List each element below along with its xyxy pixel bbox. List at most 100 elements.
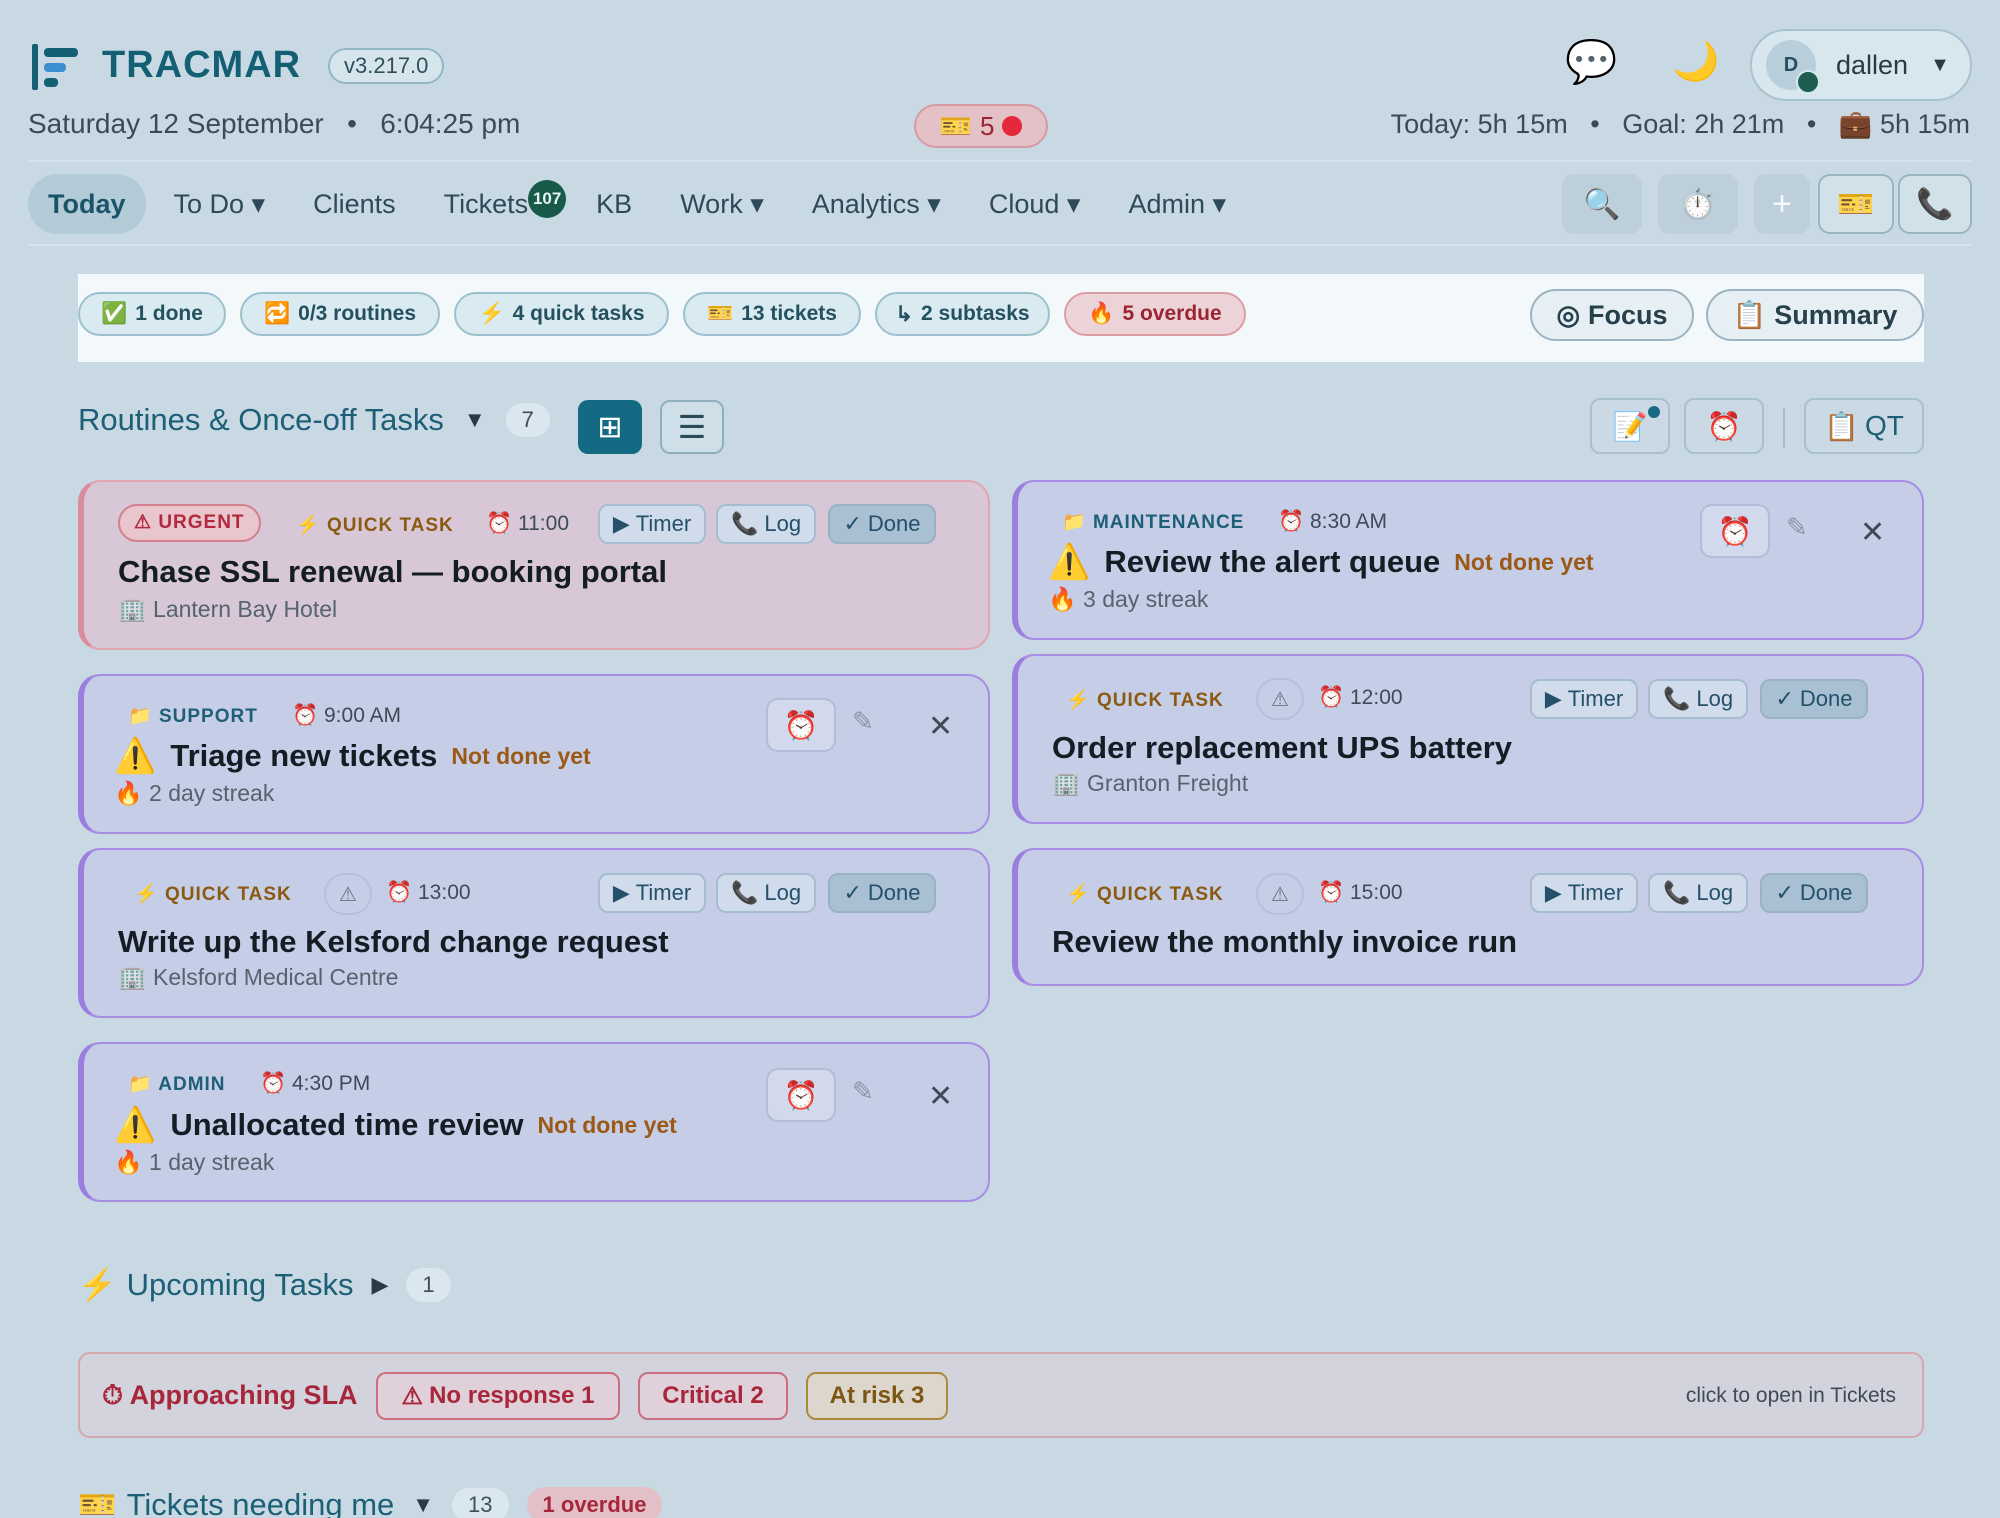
open-tickets-badge[interactable]: 🎫 5 [914, 104, 1048, 148]
phone-icon: 📞 [1662, 686, 1691, 711]
building-icon: 🏢 [118, 596, 147, 622]
nav-today[interactable]: Today [28, 174, 146, 234]
nav-work[interactable]: Work ▾ [660, 174, 784, 234]
open-tickets-count: 5 [979, 110, 995, 141]
alert-dot-icon [1002, 116, 1023, 136]
goal-hours: Goal: 2h 21m [1622, 109, 1785, 139]
timer-button[interactable]: ▶ Timer [1530, 679, 1638, 719]
lightning-icon: ⚡ [134, 884, 159, 905]
task-card[interactable] [1012, 848, 1924, 986]
routines-pill[interactable]: 🔁 0/3 routines [240, 292, 440, 336]
nav-analytics[interactable]: Analytics ▾ [792, 174, 961, 234]
quick-task-button[interactable]: 📋 QT [1804, 398, 1924, 454]
stopwatch-icon[interactable]: ⏱️ [1658, 174, 1738, 234]
phone-icon[interactable]: 📞 [1898, 174, 1972, 234]
log-button[interactable]: 📞 Log [1648, 873, 1748, 913]
snooze-button[interactable]: ⏰ [1700, 504, 1770, 558]
edit-pencil-icon[interactable]: ✎ [852, 1076, 874, 1107]
done-button[interactable]: ✓ Done [828, 873, 936, 913]
tickets-label: 13 tickets [741, 302, 837, 325]
task-title: Order replacement UPS battery [1052, 730, 1513, 765]
quick-task-label: QUICK TASK [1096, 690, 1224, 711]
timer-button[interactable]: ▶ Timer [598, 873, 706, 913]
lightning-icon: ⚡ [296, 515, 321, 536]
check-icon: ✅ [101, 302, 128, 325]
quick-task-label: QUICK TASK [326, 515, 454, 536]
quick-task-tag: ⚡ QUICK TASK [296, 513, 454, 537]
done-label: 1 done [135, 302, 203, 325]
done-button[interactable]: ✓ Done [1760, 679, 1868, 719]
close-icon[interactable]: ✕ [1860, 515, 1885, 550]
snooze-button[interactable]: ⏰ [766, 698, 836, 752]
log-button[interactable]: 📞 Log [716, 873, 816, 913]
alarm-clock-icon[interactable]: ⏰ [1684, 398, 1764, 454]
log-button[interactable]: 📞 Log [716, 504, 816, 544]
edit-pencil-icon[interactable]: ✎ [1786, 512, 1808, 543]
nav-kb[interactable]: KB [576, 174, 652, 234]
overdue-pill[interactable]: 🔥 5 overdue [1064, 292, 1246, 336]
critical-label: Critical 2 [662, 1382, 764, 1409]
routines-label: 0/3 routines [298, 302, 417, 325]
dark-mode-toggle-icon[interactable]: 🌙 [1672, 40, 1719, 84]
nav-todo[interactable]: To Do ▾ [154, 174, 286, 234]
tickets-pill[interactable]: 🎫 13 tickets [683, 292, 861, 336]
quick-tasks-pill[interactable]: ⚡ 4 quick tasks [454, 292, 669, 336]
stopwatch-icon: ⏱ [102, 1380, 124, 1410]
category-label: ADMIN [158, 1074, 226, 1095]
nav-tickets[interactable]: Tickets 107 [424, 174, 567, 234]
not-done-status: Not done yet [1454, 548, 1594, 575]
done-button[interactable]: ✓ Done [1760, 873, 1868, 913]
quick-task-label: QUICK TASK [1096, 884, 1224, 905]
add-icon[interactable]: + [1754, 174, 1810, 234]
chat-icon[interactable]: 💬 [1565, 38, 1617, 87]
close-icon[interactable]: ✕ [928, 709, 953, 744]
tickets-section-header[interactable]: 🎫 Tickets needing me ▼ 13 1 overdue [78, 1486, 663, 1518]
nav-admin[interactable]: Admin ▾ [1108, 174, 1246, 234]
critical-chip[interactable]: Critical 2 [638, 1372, 788, 1420]
chevron-right-icon: ▶ [371, 1271, 389, 1297]
chevron-down-icon: ▼ [463, 407, 486, 432]
phone-icon: 📞 [730, 880, 759, 905]
user-menu[interactable]: D dallen ▼ [1750, 29, 1972, 101]
nav-cloud[interactable]: Cloud ▾ [969, 174, 1101, 234]
chevron-down-icon: ▼ [1930, 53, 1950, 76]
grid-view-icon[interactable]: ⊞ [578, 400, 642, 454]
summary-button[interactable]: 📋 Summary [1706, 289, 1924, 341]
log-button[interactable]: 📞 Log [1648, 679, 1748, 719]
subtasks-pill[interactable]: ↳ 2 subtasks [875, 292, 1050, 336]
flag-urgent-button[interactable]: ⚠ [1256, 873, 1304, 915]
category-tag: 📁 ADMIN [128, 1072, 226, 1096]
focus-button[interactable]: ◎ Focus [1530, 289, 1694, 341]
category-tag: 📁 SUPPORT [128, 704, 258, 728]
notes-icon[interactable]: 📝 [1590, 398, 1670, 454]
routines-section-header[interactable]: Routines & Once-off Tasks ▼ 7 [78, 402, 550, 438]
close-icon[interactable]: ✕ [928, 1079, 953, 1114]
summary-label: Summary [1774, 299, 1898, 330]
flag-urgent-button[interactable]: ⚠ [1256, 678, 1304, 720]
alarm-clock-icon: ⏰ [1717, 515, 1753, 547]
snooze-button[interactable]: ⏰ [766, 1068, 836, 1122]
task-time: ⏰ 15:00 [1318, 881, 1403, 905]
search-icon[interactable]: 🔍 [1562, 174, 1642, 234]
section-title: Routines & Once-off Tasks [78, 402, 444, 437]
ticket-icon[interactable]: 🎫 [1818, 174, 1894, 234]
sla-title-label: Approaching SLA [129, 1380, 358, 1410]
upcoming-section-header[interactable]: ⚡ Upcoming Tasks ▶ 1 [78, 1266, 451, 1303]
done-button[interactable]: ✓ Done [828, 504, 936, 544]
done-pill[interactable]: ✅ 1 done [78, 292, 226, 336]
timer-button[interactable]: ▶ Timer [1530, 873, 1638, 913]
tickets-count: 13 [452, 1487, 509, 1518]
timer-button[interactable]: ▶ Timer [598, 504, 706, 544]
log-label: Log [1696, 686, 1734, 711]
no-response-chip[interactable]: ⚠ No response 1 [376, 1372, 620, 1420]
folder-icon: 📁 [1062, 512, 1087, 533]
edit-pencil-icon[interactable]: ✎ [852, 706, 874, 737]
task-client: 🏢 Granton Freight [1052, 770, 1248, 797]
list-view-icon[interactable]: ☰ [660, 400, 724, 454]
subtasks-label: 2 subtasks [921, 302, 1030, 325]
current-time: 6:04:25 pm [380, 108, 521, 139]
warning-icon: ⚠️ [114, 737, 157, 775]
flag-urgent-button[interactable]: ⚠ [324, 873, 372, 915]
nav-clients[interactable]: Clients [293, 174, 416, 234]
at-risk-chip[interactable]: At risk 3 [806, 1372, 948, 1420]
